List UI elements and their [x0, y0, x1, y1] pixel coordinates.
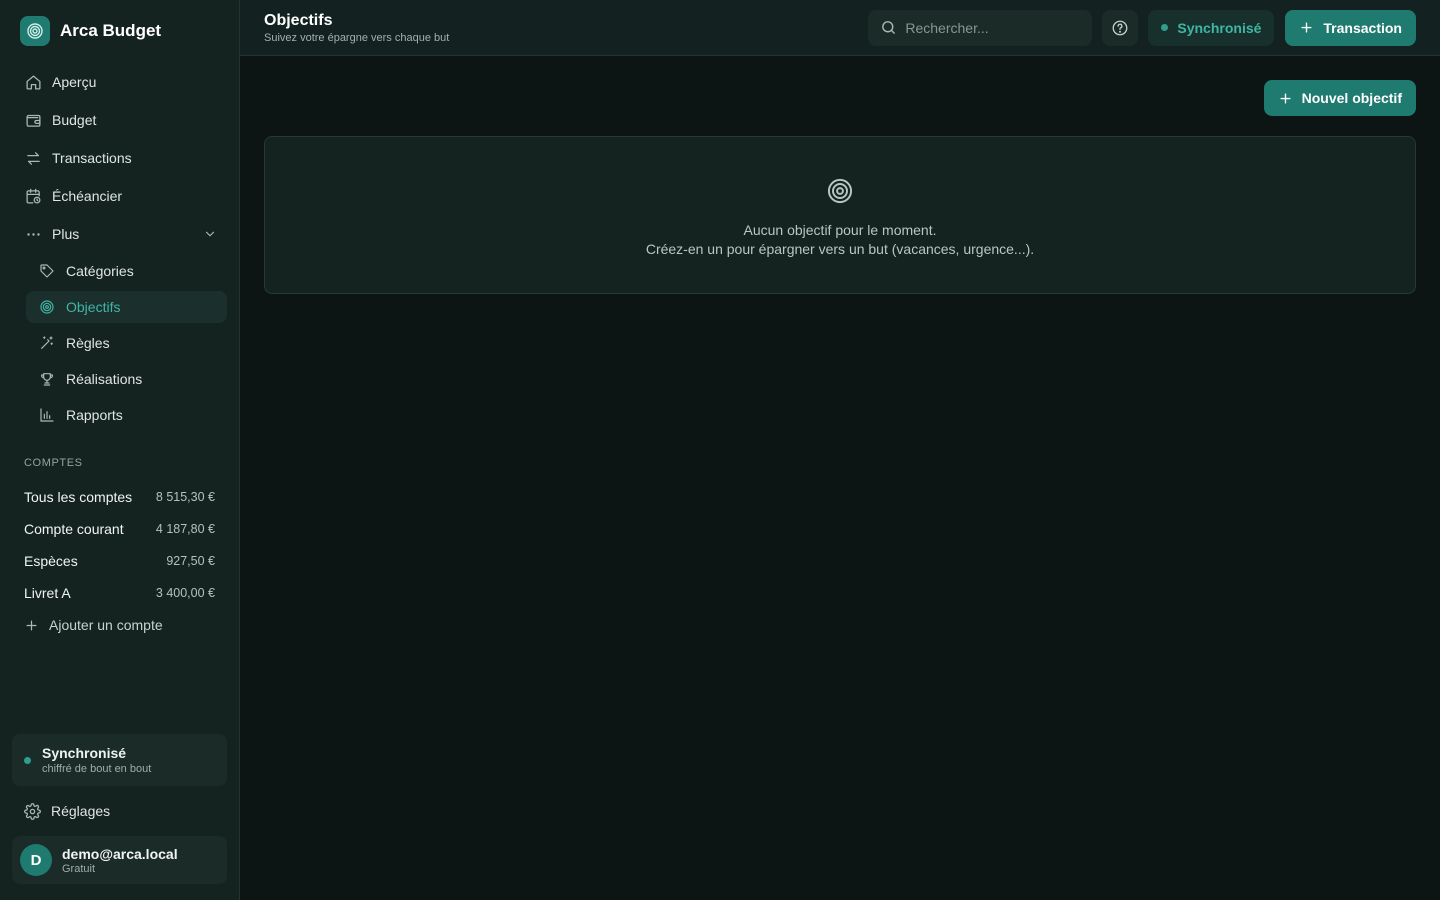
- nav-submenu: Catégories Objectifs Règles Réalisations…: [12, 255, 227, 431]
- sync-status-subtitle: chiffré de bout en bout: [42, 763, 152, 775]
- new-goal-button[interactable]: Nouvel objectif: [1263, 80, 1416, 116]
- settings-link[interactable]: Réglages: [12, 794, 227, 828]
- plus-icon: [1278, 91, 1293, 106]
- account-balance: 927,50 €: [166, 554, 215, 568]
- accounts-section-title: COMPTES: [24, 457, 83, 469]
- main-content: Objectifs Suivez votre épargne vers chaq…: [240, 0, 1440, 900]
- nav-item-label: Règles: [66, 335, 110, 351]
- search-icon: [880, 19, 897, 36]
- gear-icon: [24, 802, 41, 820]
- sidebar: Arca Budget Aperçu Budget Transactions É…: [0, 0, 240, 900]
- account-name: Livret A: [24, 585, 71, 601]
- account-name: Tous les comptes: [24, 489, 133, 505]
- new-goal-label: Nouvel objectif: [1301, 90, 1402, 106]
- account-item[interactable]: Tous les comptes 8 515,30 €: [12, 481, 227, 513]
- nav-item-label: Objectifs: [66, 299, 121, 315]
- account-item[interactable]: Livret A 3 400,00 €: [12, 577, 227, 609]
- account-name: Compte courant: [24, 521, 124, 537]
- wallet-icon: [24, 111, 42, 129]
- app-name: Arca Budget: [60, 21, 162, 40]
- empty-state-card: Aucun objectif pour le moment. Créez-en …: [264, 136, 1416, 294]
- account-balance: 8 515,30 €: [155, 490, 215, 504]
- nav-item-categories[interactable]: Catégories: [26, 255, 227, 287]
- account-item[interactable]: Espèces 927,50 €: [12, 545, 227, 577]
- trophy-icon: [38, 370, 56, 388]
- user-menu[interactable]: D demo@arca.local Gratuit: [12, 836, 227, 884]
- nav-item-label: Transactions: [52, 150, 132, 166]
- add-account-label: Ajouter un compte: [49, 617, 163, 633]
- target-icon: [38, 298, 56, 316]
- nav-item-label: Aperçu: [52, 74, 97, 90]
- nav-item-apercu[interactable]: Aperçu: [12, 65, 227, 99]
- add-transaction-label: Transaction: [1323, 19, 1402, 36]
- magic-wand-icon: [38, 334, 56, 352]
- nav-item-budget[interactable]: Budget: [12, 103, 227, 137]
- nav-item-plus[interactable]: Plus: [12, 217, 227, 251]
- brand[interactable]: Arca Budget: [12, 0, 227, 62]
- sync-status-badge: Synchronisé: [1148, 9, 1275, 46]
- nav-item-label: Réalisations: [66, 371, 143, 387]
- plus-icon: [24, 618, 39, 633]
- nav-item-objectifs[interactable]: Objectifs: [26, 291, 227, 323]
- help-icon: [1111, 19, 1129, 37]
- nav-item-regles[interactable]: Règles: [26, 327, 227, 359]
- sync-status-dot: [1161, 24, 1169, 31]
- calendar-clock-icon: [24, 187, 42, 205]
- nav-item-label: Échéancier: [52, 188, 123, 204]
- nav-item-transactions[interactable]: Transactions: [12, 141, 227, 175]
- nav-item-realisations[interactable]: Réalisations: [26, 363, 227, 395]
- account-item[interactable]: Compte courant 4 187,80 €: [12, 513, 227, 545]
- avatar: D: [20, 844, 52, 876]
- bar-chart-icon: [38, 406, 56, 424]
- settings-label: Réglages: [51, 803, 111, 819]
- main-nav: Aperçu Budget Transactions Échéancier Pl…: [12, 65, 227, 435]
- arrows-swap-icon: [24, 149, 42, 167]
- plus-icon: [1299, 20, 1314, 35]
- empty-state-hint: Créez-en un pour épargner vers un but (v…: [645, 241, 1035, 257]
- home-icon: [24, 73, 42, 91]
- nav-item-label: Budget: [52, 112, 97, 128]
- search-box[interactable]: [868, 9, 1093, 46]
- accounts-list: Tous les comptes 8 515,30 € Compte coura…: [12, 481, 227, 641]
- help-button[interactable]: [1102, 9, 1139, 46]
- account-balance: 3 400,00 €: [155, 586, 215, 600]
- sync-status-dot: [24, 756, 31, 764]
- chevron-down-icon: [203, 227, 217, 241]
- nav-item-label: Plus: [52, 226, 80, 242]
- page-title: Objectifs: [264, 11, 333, 29]
- target-icon: [826, 177, 854, 210]
- tag-icon: [38, 262, 56, 280]
- app-root: Arca Budget Aperçu Budget Transactions É…: [0, 0, 1440, 900]
- nav-item-echeancier[interactable]: Échéancier: [12, 179, 227, 213]
- account-name: Espèces: [24, 553, 78, 569]
- page-subtitle: Suivez votre épargne vers chaque but: [264, 31, 450, 44]
- nav-item-label: Catégories: [66, 263, 134, 279]
- add-transaction-button[interactable]: Transaction: [1285, 9, 1416, 46]
- sync-status-title: Synchronisé: [42, 745, 127, 761]
- nav-item-rapports[interactable]: Rapports: [26, 399, 227, 431]
- account-balance: 4 187,80 €: [155, 522, 215, 536]
- empty-state-message: Aucun objectif pour le moment.: [743, 222, 937, 238]
- add-account-button[interactable]: Ajouter un compte: [12, 609, 227, 641]
- top-bar: Objectifs Suivez votre épargne vers chaq…: [240, 0, 1440, 56]
- sync-status-text: Synchronisé: [1177, 19, 1262, 36]
- app-logo-icon: [20, 16, 50, 46]
- user-plan: Gratuit: [62, 862, 96, 875]
- nav-item-label: Rapports: [66, 407, 123, 423]
- search-input[interactable]: [905, 19, 1076, 36]
- user-email: demo@arca.local: [62, 845, 178, 862]
- more-horizontal-icon: [24, 225, 42, 243]
- sync-status-card: Synchronisé chiffré de bout en bout: [12, 734, 227, 786]
